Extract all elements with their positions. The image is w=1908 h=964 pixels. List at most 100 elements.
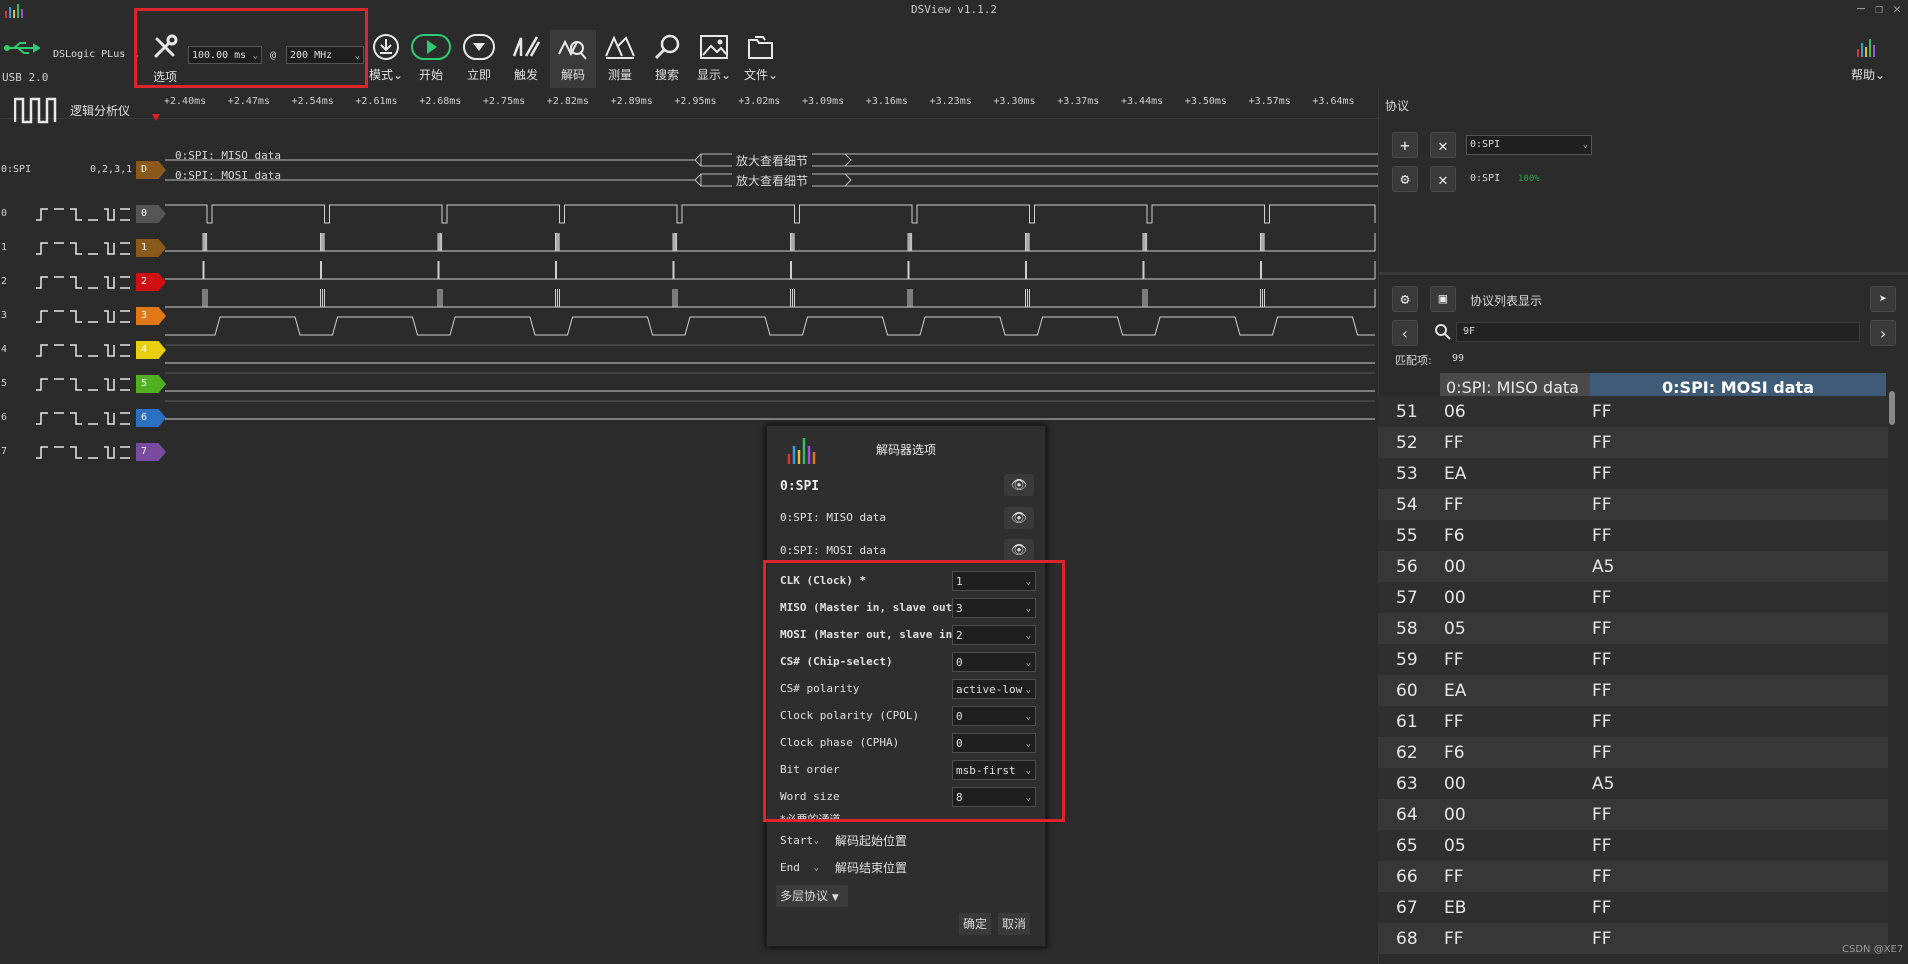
instant-button[interactable]: 立即	[456, 30, 502, 88]
row-miso: FF	[1444, 929, 1464, 949]
search-button[interactable]: 搜索	[644, 30, 690, 88]
channel-tag[interactable]: 4	[136, 341, 166, 359]
prev-match-button[interactable]: ‹	[1392, 320, 1418, 346]
cancel-button[interactable]: 取消	[998, 913, 1030, 935]
row-index: 63	[1396, 774, 1418, 794]
list-row[interactable]: 60 EA FF	[1378, 675, 1888, 706]
ruler-tick-label: +3.02ms	[738, 96, 781, 107]
trigger-selector-icons[interactable]	[36, 342, 132, 362]
decode-start-select[interactable]: Start ⌄	[776, 830, 824, 850]
trigger-selector-icons[interactable]	[36, 308, 132, 328]
delete-decoder-button[interactable]: ✕	[1430, 166, 1456, 192]
channel-number: 5	[1, 378, 8, 389]
list-row[interactable]: 57 00 FF	[1378, 582, 1888, 613]
list-row[interactable]: 63 00 A5	[1378, 768, 1888, 799]
ruler-tick-label: +3.23ms	[929, 96, 972, 107]
decoder-name: 0:SPI	[1470, 173, 1501, 184]
display-button[interactable]: 显示⌄	[691, 30, 737, 88]
trigger-selector-icons[interactable]	[36, 274, 132, 294]
channel-tag[interactable]: 2	[136, 273, 166, 291]
save-icon: ▣	[1438, 291, 1448, 307]
trigger-selector-icons[interactable]	[36, 444, 132, 464]
channel-tag[interactable]: 5	[136, 375, 166, 393]
channel-tag[interactable]: 1	[136, 239, 166, 257]
row-miso: 05	[1444, 836, 1466, 856]
list-row[interactable]: 53 EA FF	[1378, 458, 1888, 489]
decoder-trace-channels: 0,2,3,1	[90, 164, 133, 175]
list-row[interactable]: 52 FF FF	[1378, 427, 1888, 458]
multi-layer-button[interactable]: 多层协议 ▼	[776, 885, 848, 907]
channel-tag[interactable]: 7	[136, 443, 166, 461]
trigger-selector-icons[interactable]	[36, 240, 132, 260]
cursor-marker-icon[interactable]	[152, 114, 160, 121]
show-mosi-toggle[interactable]: 👁	[1004, 539, 1034, 561]
device-select[interactable]: DSLogic PLus ⌄	[50, 46, 142, 64]
show-decoder-toggle[interactable]: 👁	[1004, 474, 1034, 496]
list-row[interactable]: 64 00 FF	[1378, 799, 1888, 830]
chevron-down-icon: ⌄	[813, 836, 819, 846]
channel-tag[interactable]: 0	[136, 205, 166, 223]
list-row[interactable]: 51 06 FF	[1378, 396, 1888, 427]
list-row[interactable]: 61 FF FF	[1378, 706, 1888, 737]
decoder-settings-button[interactable]: ⚙	[1392, 166, 1418, 192]
channel-tag[interactable]: 3	[136, 307, 166, 325]
remove-decoder-button[interactable]: ✕	[1430, 132, 1456, 158]
list-row[interactable]: 55 F6 FF	[1378, 520, 1888, 551]
play-icon	[408, 30, 454, 64]
row-mosi: FF	[1592, 402, 1612, 422]
row-mosi: FF	[1592, 433, 1612, 453]
list-row[interactable]: 56 00 A5	[1378, 551, 1888, 582]
channel-number: 2	[1, 276, 8, 287]
list-row[interactable]: 54 FF FF	[1378, 489, 1888, 520]
add-decoder-button[interactable]: +	[1392, 132, 1418, 158]
device-name: DSLogic PLus	[53, 49, 126, 60]
decoder-select[interactable]: 0:SPI ⌄	[1466, 135, 1592, 155]
ruler-tick-label: +2.61ms	[355, 96, 398, 107]
chevron-down-icon: ⌄	[720, 68, 732, 82]
row-miso: EB	[1444, 898, 1467, 918]
show-miso-toggle[interactable]: 👁	[1004, 507, 1034, 529]
list-scrollbar-thumb[interactable]	[1889, 391, 1895, 425]
decoder-trace-tag[interactable]: D	[136, 161, 166, 179]
channel-tag[interactable]: 6	[136, 409, 166, 427]
channel-number: 7	[1, 446, 8, 457]
list-row[interactable]: 68 FF FF	[1378, 923, 1888, 954]
decode-end-select[interactable]: End ⌄	[776, 857, 824, 877]
instant-icon	[456, 30, 502, 64]
list-row[interactable]: 67 EB FF	[1378, 892, 1888, 923]
measure-button[interactable]: 测量	[597, 30, 643, 88]
eye-icon: 👁	[1010, 542, 1028, 558]
ruler-tick-label: +3.30ms	[993, 96, 1036, 107]
row-miso: FF	[1444, 867, 1464, 887]
help-button[interactable]: 帮助⌄	[1845, 30, 1891, 88]
next-match-button[interactable]: ›	[1870, 320, 1896, 346]
row-mosi: FF	[1592, 929, 1612, 949]
row-index: 62	[1396, 743, 1418, 763]
list-settings-button[interactable]: ⚙	[1392, 286, 1418, 312]
help-label: 帮助	[1850, 68, 1875, 82]
mode-button[interactable]: 模式⌄	[363, 30, 409, 88]
trigger-button[interactable]: 触发	[503, 30, 549, 88]
file-button[interactable]: 文件⌄	[738, 30, 784, 88]
decode-button[interactable]: 解码	[550, 30, 596, 88]
list-row[interactable]: 59 FF FF	[1378, 644, 1888, 675]
list-scrollbar[interactable]	[1888, 373, 1896, 964]
panel-divider[interactable]	[1378, 272, 1908, 275]
list-row[interactable]: 62 F6 FF	[1378, 737, 1888, 768]
trigger-selector-icons[interactable]	[36, 410, 132, 430]
locate-button[interactable]: ➤	[1870, 286, 1896, 312]
dsview-logo-icon	[1845, 30, 1891, 64]
channel-number: 4	[1, 344, 8, 355]
start-button[interactable]: 开始	[408, 30, 454, 88]
save-list-button[interactable]: ▣	[1430, 286, 1456, 312]
trigger-selector-icons[interactable]	[36, 206, 132, 226]
row-miso: FF	[1444, 712, 1464, 732]
list-row[interactable]: 66 FF FF	[1378, 861, 1888, 892]
list-row[interactable]: 65 05 FF	[1378, 830, 1888, 861]
row-mosi: FF	[1592, 712, 1612, 732]
trigger-selector-icons[interactable]	[36, 376, 132, 396]
ok-button[interactable]: 确定	[959, 913, 991, 935]
search-input[interactable]: 9F	[1456, 322, 1860, 342]
close-button[interactable]: ✕	[1886, 2, 1908, 18]
list-row[interactable]: 58 05 FF	[1378, 613, 1888, 644]
